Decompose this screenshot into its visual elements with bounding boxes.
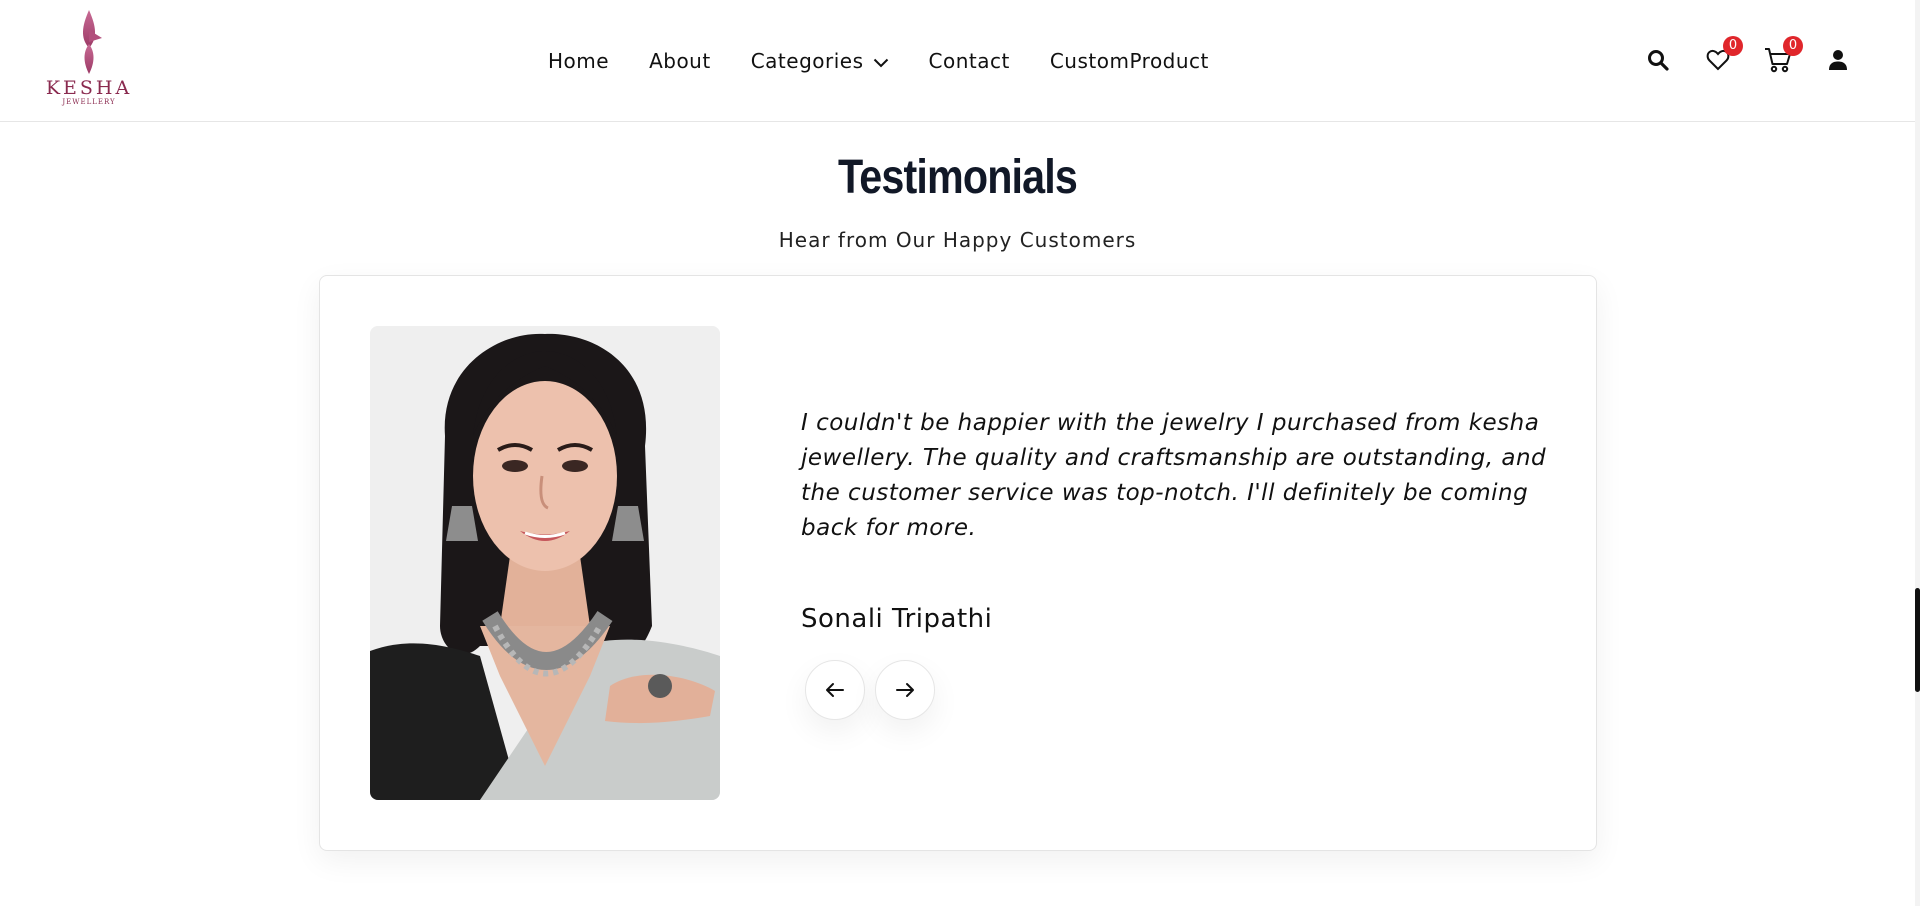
testimonial-card: I couldn't be happier with the jewelry I… <box>319 275 1597 851</box>
cart-button[interactable]: 0 <box>1760 36 1803 78</box>
logo-wordmark: KESHA <box>45 77 133 99</box>
site-header: KESHA JEWELLERY Home About Categories Co… <box>0 0 1915 122</box>
section-title: Testimonials <box>838 151 1078 204</box>
cart-count-badge: 0 <box>1783 36 1803 56</box>
search-icon <box>1648 50 1669 71</box>
nav-home[interactable]: Home <box>548 49 609 73</box>
scrollbar-track[interactable] <box>1915 0 1920 906</box>
arrow-right-icon <box>896 683 914 697</box>
account-button[interactable] <box>1820 42 1856 78</box>
scrollbar-thumb[interactable] <box>1915 588 1920 692</box>
main-nav: Home About Categories Contact CustomProd… <box>548 46 1209 76</box>
logo-subtitle: JEWELLERY <box>62 98 116 106</box>
nav-contact[interactable]: Contact <box>929 49 1010 73</box>
arrow-left-icon <box>826 683 844 697</box>
customer-portrait-image <box>370 326 720 800</box>
customer-name: Sonali Tripathi <box>801 604 993 634</box>
search-button[interactable] <box>1640 42 1676 78</box>
logo-emblem-icon <box>82 10 102 74</box>
nav-categories[interactable]: Categories <box>751 49 889 73</box>
testimonial-quote: I couldn't be happier with the jewelry I… <box>801 410 1547 541</box>
nav-customproduct[interactable]: CustomProduct <box>1050 49 1209 73</box>
prev-testimonial-button[interactable] <box>805 660 865 720</box>
next-testimonial-button[interactable] <box>875 660 935 720</box>
section-subtitle: Hear from Our Happy Customers <box>778 228 1137 252</box>
chevron-down-icon <box>873 49 889 73</box>
nav-about[interactable]: About <box>649 49 711 73</box>
customer-photo <box>370 326 720 800</box>
nav-categories-label: Categories <box>750 49 864 73</box>
wishlist-button[interactable]: 0 <box>1700 36 1743 78</box>
brand-logo[interactable]: KESHA JEWELLERY <box>44 8 134 112</box>
wishlist-count-badge: 0 <box>1723 36 1743 56</box>
user-icon <box>1829 50 1847 70</box>
